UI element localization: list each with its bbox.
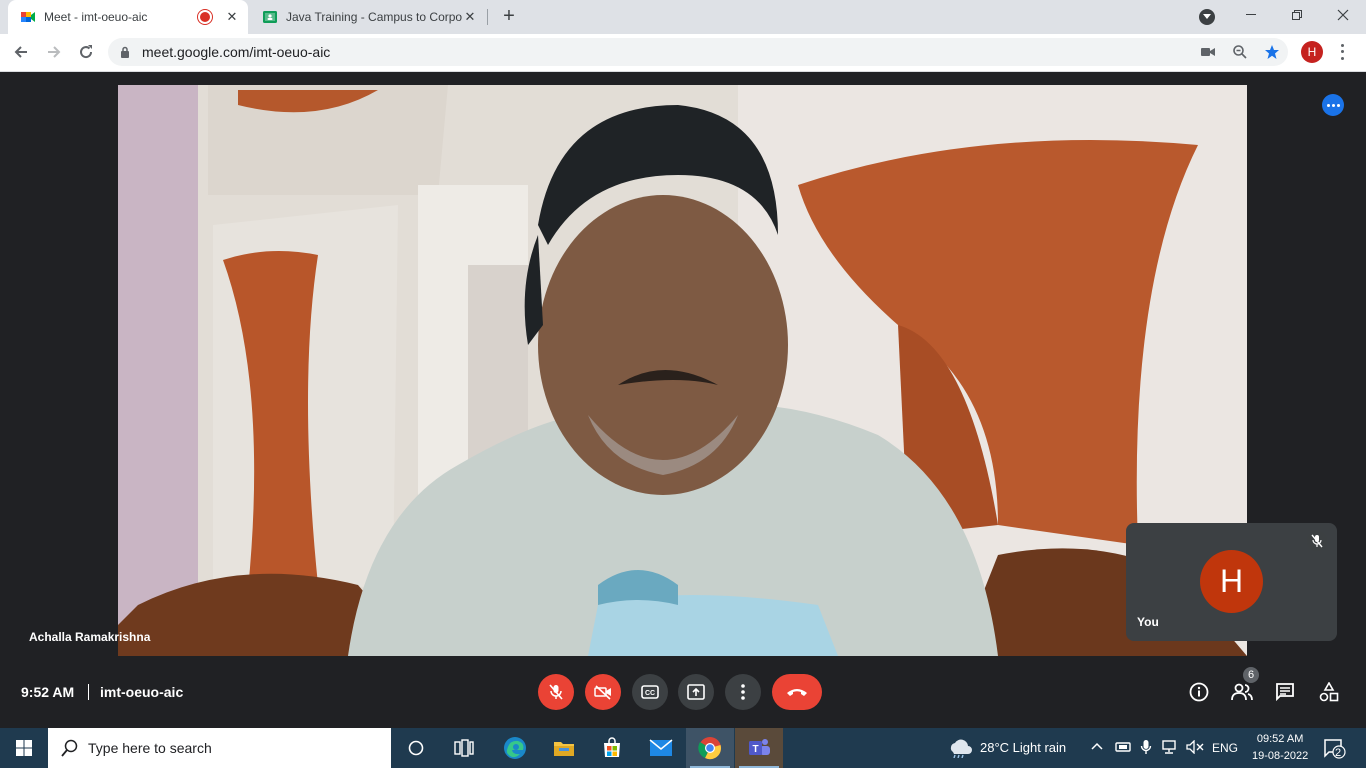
taskbar-search-box[interactable]: Type here to search [48,728,391,768]
tab-title: Meet - imt-oeuo-aic [44,10,148,24]
forward-arrow-icon[interactable] [42,40,66,64]
taskbar-clock[interactable]: 09:52 AM 19-08-2022 [1252,731,1308,765]
camera-in-use-icon[interactable] [1199,44,1217,60]
tab-java-training[interactable]: Java Training - Campus to Corpo ✕ [250,0,486,34]
teams-icon[interactable]: T [735,728,783,768]
speaker-video-frame [118,85,1247,656]
control-bar-divider [88,684,89,700]
microsoft-store-icon[interactable] [588,728,636,768]
muted-mic-icon [1307,531,1327,551]
restore-window-icon[interactable] [1274,0,1320,30]
meeting-code: imt-oeuo-aic [100,684,184,700]
cortana-icon[interactable] [392,728,440,768]
tab-search-dropdown-icon[interactable] [1199,9,1215,25]
people-icon[interactable] [1230,680,1254,704]
file-explorer-icon[interactable] [540,728,588,768]
close-tab-icon[interactable]: ✕ [224,9,240,25]
windows-start-icon[interactable] [0,728,48,768]
task-view-icon[interactable] [440,728,488,768]
reload-icon[interactable] [74,40,98,64]
tab-strip: Meet - imt-oeuo-aic ✕ Java Training - Ca… [0,0,1366,34]
edge-browser-icon[interactable] [491,728,539,768]
mic-off-icon [549,684,563,700]
self-view-tile[interactable]: H You [1126,523,1337,641]
close-tab-icon[interactable]: ✕ [462,9,478,25]
camera-off-button[interactable] [585,674,621,710]
tab-title: Java Training - Campus to Corpo [286,10,462,24]
leave-call-button[interactable] [772,674,822,710]
taskbar-search-placeholder: Type here to search [88,740,212,756]
meeting-time: 9:52 AM [21,684,75,700]
self-name-label: You [1137,615,1159,629]
notifications-count: 2 [1335,747,1342,759]
vertical-more-icon [741,684,745,700]
microphone-in-use-icon[interactable] [1140,739,1152,758]
close-window-icon[interactable] [1320,0,1366,30]
taskbar-date: 19-08-2022 [1252,750,1309,762]
more-options-icon[interactable] [1322,94,1344,116]
captions-button[interactable]: CC [632,674,668,710]
end-call-icon [787,689,807,696]
google-meet-icon [21,12,35,22]
activities-icon[interactable] [1317,680,1341,704]
svg-text:T: T [752,744,758,755]
taskbar-time: 09:52 AM [1256,733,1304,745]
self-avatar: H [1200,550,1263,613]
tab-separator [487,9,488,25]
minimize-window-icon[interactable] [1228,0,1274,30]
volume-muted-icon[interactable] [1186,739,1204,757]
present-screen-icon [687,684,705,700]
captions-icon: CC [641,685,659,699]
browser-menu-icon[interactable] [1338,42,1346,62]
profile-avatar[interactable]: H [1301,41,1323,63]
chat-icon[interactable] [1273,680,1297,704]
tab-meet[interactable]: Meet - imt-oeuo-aic ✕ [8,0,248,34]
meeting-details-icon[interactable] [1187,680,1211,704]
input-language-indicator[interactable]: ENG [1212,741,1238,755]
mail-icon[interactable] [637,728,685,768]
weather-cloud-icon[interactable] [947,738,973,761]
participants-count-badge: 6 [1243,667,1259,683]
new-tab-plus-icon[interactable]: + [498,5,520,27]
present-screen-button[interactable] [678,674,714,710]
svg-text:CC: CC [645,690,655,697]
back-arrow-icon[interactable] [9,40,33,64]
speaker-name-label: Achalla Ramakrishna [29,630,151,644]
google-classroom-icon [263,11,277,23]
show-hidden-icons-chevron-icon[interactable] [1090,739,1104,754]
speaker-video [118,85,1247,656]
camera-off-icon [594,685,611,700]
usb-device-icon[interactable] [1114,740,1132,757]
weather-text[interactable]: 28°C Light rain [980,740,1066,755]
network-icon[interactable] [1162,740,1180,757]
lock-icon[interactable] [120,46,130,58]
url-text[interactable]: meet.google.com/imt-oeuo-aic [142,44,330,60]
search-icon [61,739,78,757]
bookmark-star-icon[interactable] [1263,44,1281,60]
more-options-button[interactable] [725,674,761,710]
mic-off-button[interactable] [538,674,574,710]
chrome-taskbar-icon[interactable] [686,728,734,768]
recording-indicator-icon [200,12,210,22]
zoom-icon[interactable] [1231,44,1249,60]
